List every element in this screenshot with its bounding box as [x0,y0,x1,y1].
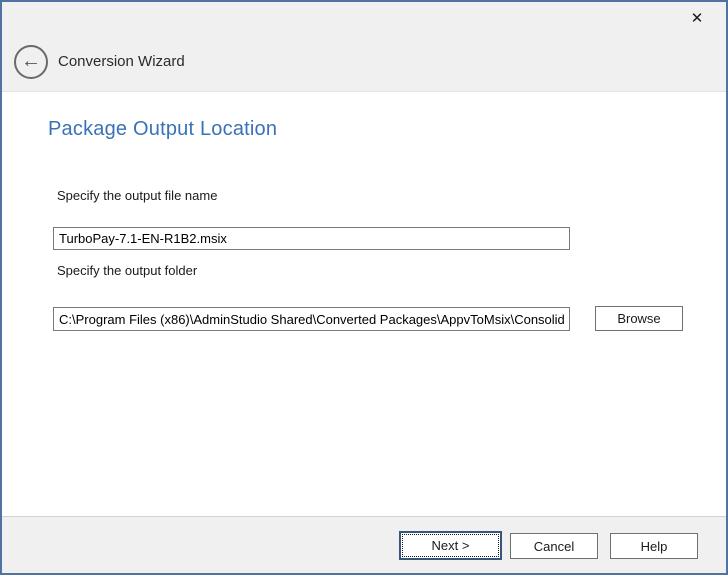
back-arrow-icon: ← [21,51,41,71]
output-file-name-label: Specify the output file name [57,188,217,203]
back-button[interactable]: ← [14,45,48,79]
output-file-name-input[interactable] [53,227,570,250]
next-button[interactable]: Next > [399,531,502,560]
output-folder-label: Specify the output folder [57,263,197,278]
help-button[interactable]: Help [610,533,698,559]
close-icon: ✕ [691,11,704,26]
conversion-wizard-window: ← Conversion Wizard ✕ Package Output Loc… [0,0,728,575]
close-button[interactable]: ✕ [686,7,708,29]
wizard-title: Conversion Wizard [58,53,185,71]
wizard-header: ← Conversion Wizard ✕ [2,2,726,92]
cancel-button[interactable]: Cancel [510,533,598,559]
page-title: Package Output Location [48,118,277,141]
browse-button[interactable]: Browse [595,306,683,331]
output-folder-input[interactable] [53,307,570,331]
